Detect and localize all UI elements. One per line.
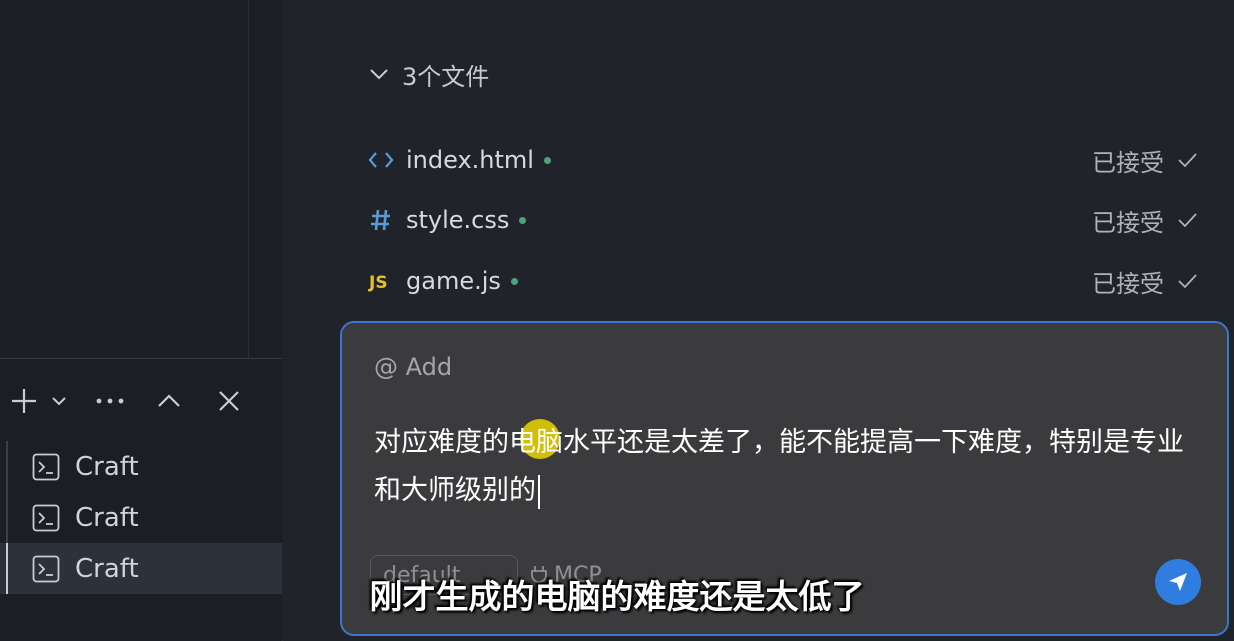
hash-icon [368,207,394,233]
terminal-icon [32,504,60,532]
file-status-label: 已接受 [1092,148,1164,177]
terminal-label: Craft [75,502,139,533]
file-name: index.html [406,146,534,174]
more-icon [96,398,124,404]
check-icon [1178,274,1197,289]
html-code-icon [368,147,394,173]
add-icon [12,389,36,413]
more-actions-button[interactable] [92,379,128,423]
files-header-label: 3个文件 [402,62,490,91]
add-terminal-button[interactable] [6,379,42,423]
terminal-item-indicator [6,441,8,492]
maximize-panel-button[interactable] [152,379,186,423]
close-icon [219,391,239,411]
terminal-label: Craft [75,451,139,482]
add-context-button[interactable]: @ Add [374,353,452,381]
terminal-item-indicator [6,492,8,543]
file-row[interactable]: JS game.js 已接受 [368,259,1198,303]
terminal-icon [32,453,60,481]
terminal-dropdown-button[interactable] [44,379,74,423]
chat-input-text: 对应难度的电脑水平还是太差了，能不能提高一下难度，特别是专业和大师级别的 [374,427,1184,506]
file-status-label: 已接受 [1092,269,1164,298]
check-icon [1178,213,1197,228]
svg-text:JS: JS [368,273,388,292]
check-icon [1178,153,1197,168]
files-header[interactable]: 3个文件 [368,52,489,96]
file-status: 已接受 [1092,264,1198,299]
chevron-up-icon [158,394,180,407]
js-icon: JS [368,268,394,294]
file-name: style.css [406,206,510,234]
file-status: 已接受 [1092,143,1198,178]
file-status-label: 已接受 [1092,208,1164,237]
terminal-toolbar [0,379,282,423]
video-subtitle: 刚才生成的电脑的难度还是太低了 [369,577,865,616]
file-name: game.js [406,267,501,295]
close-panel-button[interactable] [212,379,246,423]
explorer-divider [248,0,249,358]
file-row[interactable]: style.css 已接受 [368,198,1198,242]
explorer-panel [0,0,283,358]
terminal-item[interactable]: Craft [0,492,282,543]
status-dot [519,216,527,224]
chevron-down-icon [370,69,388,80]
chevron-down-icon [52,397,66,406]
text-caret [538,474,540,509]
status-dot [543,156,551,164]
file-status: 已接受 [1092,203,1198,238]
status-dot [510,277,518,285]
terminal-item[interactable]: Craft [0,441,282,492]
chat-input-field[interactable]: 对应难度的电脑水平还是太差了，能不能提高一下难度，特别是专业和大师级别的 [374,419,1194,515]
file-row[interactable]: index.html 已接受 [368,138,1198,182]
